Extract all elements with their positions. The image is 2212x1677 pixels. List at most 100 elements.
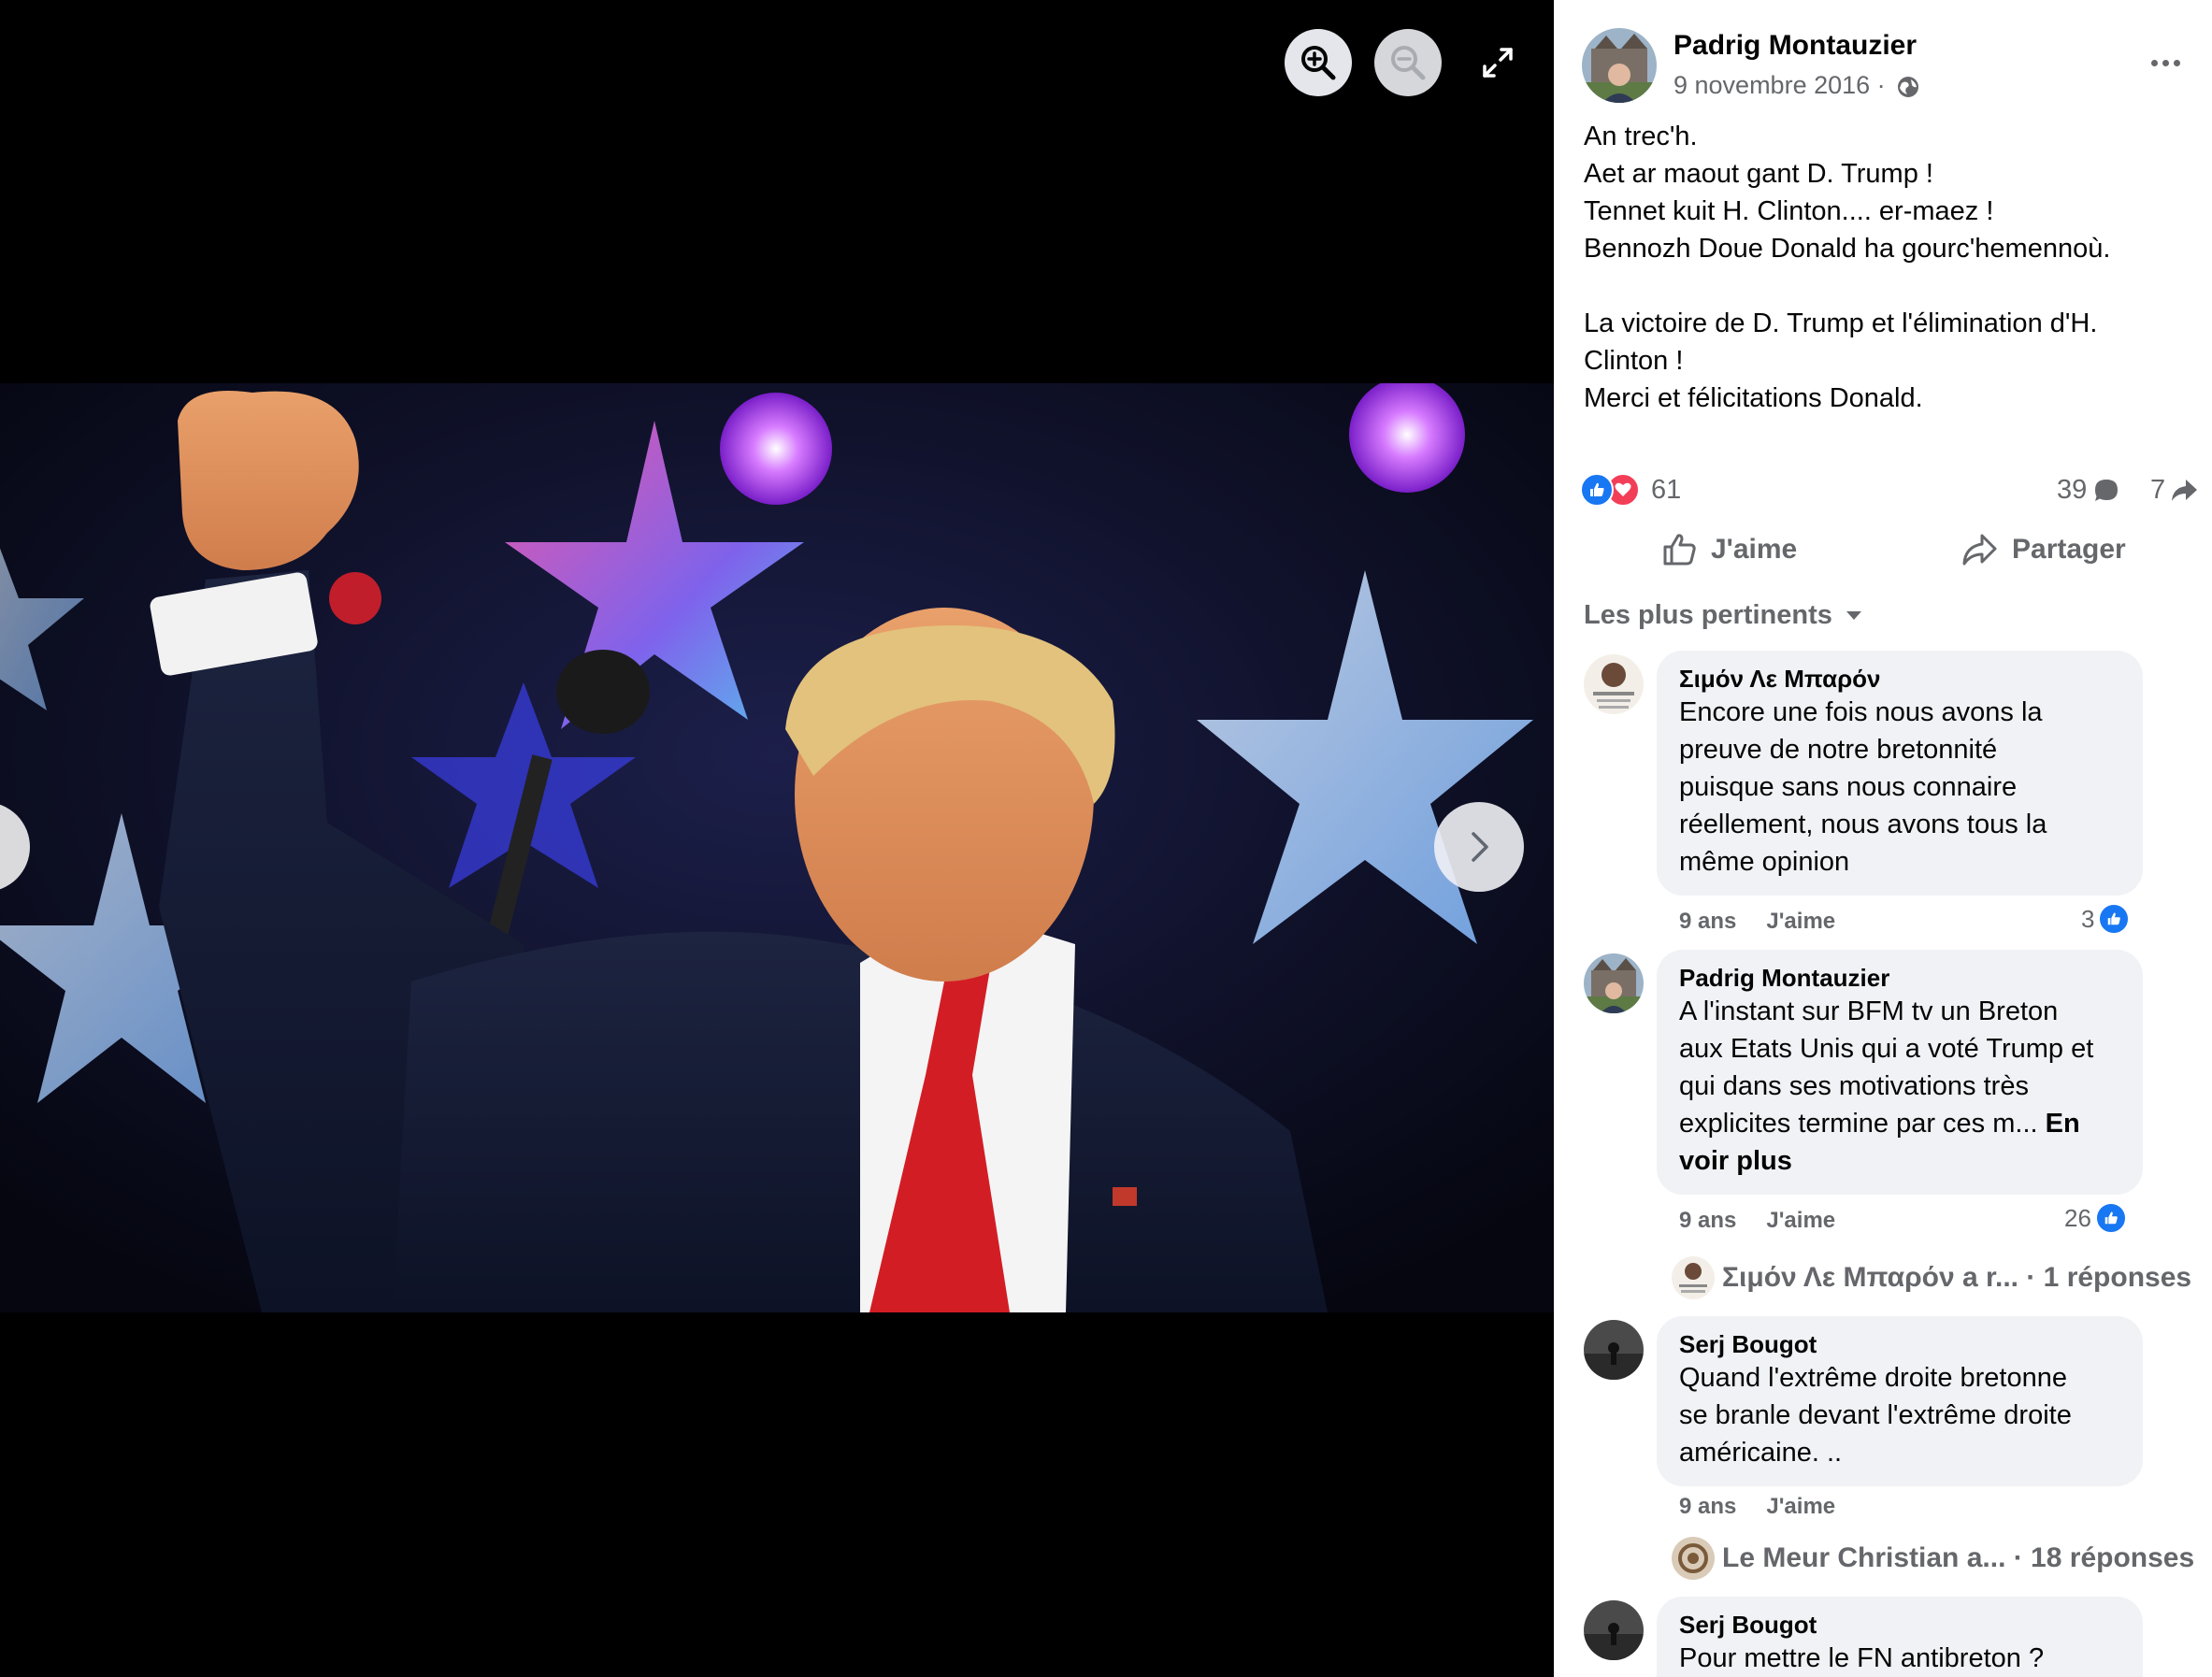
- comment-line: aux Etats Unis qui a voté Trump et: [1679, 1034, 2094, 1064]
- dot: [2150, 59, 2158, 66]
- post-line: An trec'h.: [1584, 122, 1698, 151]
- comment-like-count-value: 3: [2081, 904, 2095, 933]
- post-line: Aet ar maout gant D. Trump !: [1584, 159, 1933, 189]
- replies-text: Le Meur Christian a... · 18 réponses: [1722, 1542, 2195, 1573]
- reaction-count: 61: [1651, 474, 1682, 505]
- comment-bubble: Σιμόν Λε Μπαρόν Encore une fois nous avo…: [1657, 651, 2143, 896]
- comment-line: Quand l'extrême droite bretonne: [1679, 1363, 2068, 1393]
- share-arrow-icon: [2172, 479, 2198, 501]
- replies-text: Σιμόν Λε Μπαρόν a r... · 1 réponses: [1722, 1262, 2192, 1293]
- comment-count[interactable]: 39: [2057, 475, 2120, 506]
- post-date[interactable]: 9 novembre 2016 ·: [1673, 71, 1920, 100]
- comment-like-count[interactable]: 3: [2081, 903, 2131, 935]
- caret-down-icon: [1846, 610, 1861, 620]
- reply-avatar: [1672, 1256, 1715, 1299]
- like-button-label: J'aime: [1711, 534, 1798, 565]
- fullscreen-button[interactable]: [1464, 29, 1531, 96]
- comment-line: Pour mettre le FN antibreton ?: [1679, 1643, 2045, 1673]
- zoom-out-button[interactable]: [1374, 29, 1442, 96]
- post-line: Tennet kuit H. Clinton.... er-maez !: [1584, 196, 1994, 226]
- comment-text: Encore une fois nous avons la preuve de …: [1679, 694, 2120, 881]
- comment-like-count-value: 26: [2064, 1203, 2091, 1232]
- zoom-in-icon: [1301, 46, 1336, 80]
- thumbs-up-icon: [1663, 534, 1696, 566]
- commenter-avatar[interactable]: [1584, 654, 1644, 714]
- comment-line: A l'instant sur BFM tv un Breton: [1679, 996, 2059, 1026]
- comment-text: Pour mettre le FN antibreton ?: [1679, 1640, 2120, 1677]
- comment-line: Encore une fois nous avons la: [1679, 697, 2043, 727]
- post-line: Clinton !: [1584, 346, 1684, 376]
- see-more-link[interactable]: voir plus: [1679, 1142, 2120, 1180]
- author-name[interactable]: Padrig Montauzier: [1673, 30, 1917, 62]
- comment-meta: 9 ans J'aime: [1679, 1208, 1835, 1234]
- comment-line: réellement, nous avons tous la: [1679, 810, 2047, 839]
- dot: [2162, 59, 2169, 66]
- comment-bubble: Serj Bougot Quand l'extrême droite breto…: [1657, 1316, 2143, 1486]
- post-date-text: 9 novembre 2016 ·: [1673, 71, 1886, 99]
- share-icon: [1962, 534, 1997, 566]
- sort-label: Les plus pertinents: [1584, 600, 1832, 630]
- commenter-avatar[interactable]: [1584, 953, 1644, 1013]
- comment-text: Quand l'extrême droite bretonne se branl…: [1679, 1359, 2120, 1471]
- dot: [2173, 59, 2180, 66]
- post-text: An trec'h. Aet ar maout gant D. Trump ! …: [1584, 118, 2191, 417]
- comment-line-text: explicites termine par ces m...: [1679, 1109, 2038, 1139]
- comment-line: américaine. ..: [1679, 1438, 1843, 1468]
- photo-viewer: [0, 0, 1554, 1677]
- share-count-value: 7: [2150, 475, 2166, 505]
- comment-author[interactable]: Padrig Montauzier: [1679, 963, 2120, 993]
- comment-line: preuve de notre bretonnité: [1679, 735, 1998, 765]
- like-reaction-icon: [1580, 473, 1614, 507]
- commenter-avatar[interactable]: [1584, 1600, 1644, 1660]
- share-button[interactable]: Partager: [1960, 531, 2126, 568]
- next-photo-button[interactable]: [1434, 802, 1524, 892]
- post-line: Bennozh Doue Donald ha gourc'hemennoù.: [1584, 234, 2111, 264]
- view-replies-link[interactable]: Σιμόν Λε Μπαρόν a r... · 1 réponses: [1672, 1256, 2191, 1299]
- chevron-right-icon: [1472, 832, 1488, 862]
- post-panel: Padrig Montauzier 9 novembre 2016 · An t…: [1554, 0, 2212, 1677]
- comment-author[interactable]: Serj Bougot: [1679, 1329, 2120, 1359]
- comment-like-link[interactable]: J'aime: [1766, 909, 1835, 935]
- post-line: Merci et félicitations Donald.: [1584, 383, 1923, 413]
- commenter-avatar[interactable]: [1584, 1320, 1644, 1380]
- comment-meta: 9 ans J'aime: [1679, 909, 1835, 935]
- comment-line: explicites termine par ces m... En: [1679, 1105, 2120, 1142]
- comment-like-link[interactable]: J'aime: [1766, 1494, 1835, 1520]
- comment-meta: 9 ans J'aime: [1679, 1494, 1835, 1520]
- comment-author[interactable]: Serj Bougot: [1679, 1610, 2120, 1640]
- comment-time[interactable]: 9 ans: [1679, 909, 1736, 935]
- like-reaction-icon: [2098, 903, 2131, 935]
- comment-bubble: Padrig Montauzier A l'instant sur BFM tv…: [1657, 950, 2143, 1195]
- see-more-link[interactable]: En: [2046, 1109, 2080, 1139]
- post-line-break: [1584, 267, 2191, 305]
- zoom-in-button[interactable]: [1285, 29, 1352, 96]
- comment-line: qui dans ses motivations très: [1679, 1071, 2029, 1101]
- comment-sort-dropdown[interactable]: Les plus pertinents: [1584, 600, 1862, 631]
- comment-time[interactable]: 9 ans: [1679, 1494, 1736, 1520]
- comment-time[interactable]: 9 ans: [1679, 1208, 1736, 1234]
- post-photo: [0, 383, 1554, 1312]
- comment-text: A l'instant sur BFM tv un Breton aux Eta…: [1679, 993, 2120, 1180]
- reactions-summary[interactable]: 61: [1580, 473, 1681, 507]
- photo-illustration: [0, 383, 1554, 1312]
- comment-count-value: 39: [2057, 475, 2088, 505]
- comment-like-count[interactable]: 26: [2064, 1202, 2127, 1234]
- share-button-label: Partager: [2012, 534, 2126, 565]
- comment-author[interactable]: Σιμόν Λε Μπαρόν: [1679, 664, 2120, 694]
- author-avatar[interactable]: [1582, 28, 1657, 103]
- like-button[interactable]: J'aime: [1660, 531, 1797, 568]
- more-options-button[interactable]: [2143, 49, 2188, 77]
- post-line: La victoire de D. Trump et l'élimination…: [1584, 308, 2098, 338]
- comment-bubble-icon: [2095, 479, 2119, 501]
- like-reaction-icon: [2094, 1202, 2127, 1234]
- view-replies-link[interactable]: Le Meur Christian a... · 18 réponses: [1672, 1537, 2194, 1580]
- expand-icon: [1483, 48, 1513, 78]
- comment-like-link[interactable]: J'aime: [1766, 1208, 1835, 1234]
- reply-avatar: [1672, 1537, 1715, 1580]
- comment-line: même opinion: [1679, 847, 1850, 877]
- zoom-out-icon: [1391, 46, 1426, 80]
- globe-icon: [1898, 76, 1919, 97]
- comment-line: puisque sans nous connaire: [1679, 772, 2018, 802]
- share-count[interactable]: 7: [2150, 475, 2199, 506]
- comment-line: se branle devant l'extrême droite: [1679, 1400, 2072, 1430]
